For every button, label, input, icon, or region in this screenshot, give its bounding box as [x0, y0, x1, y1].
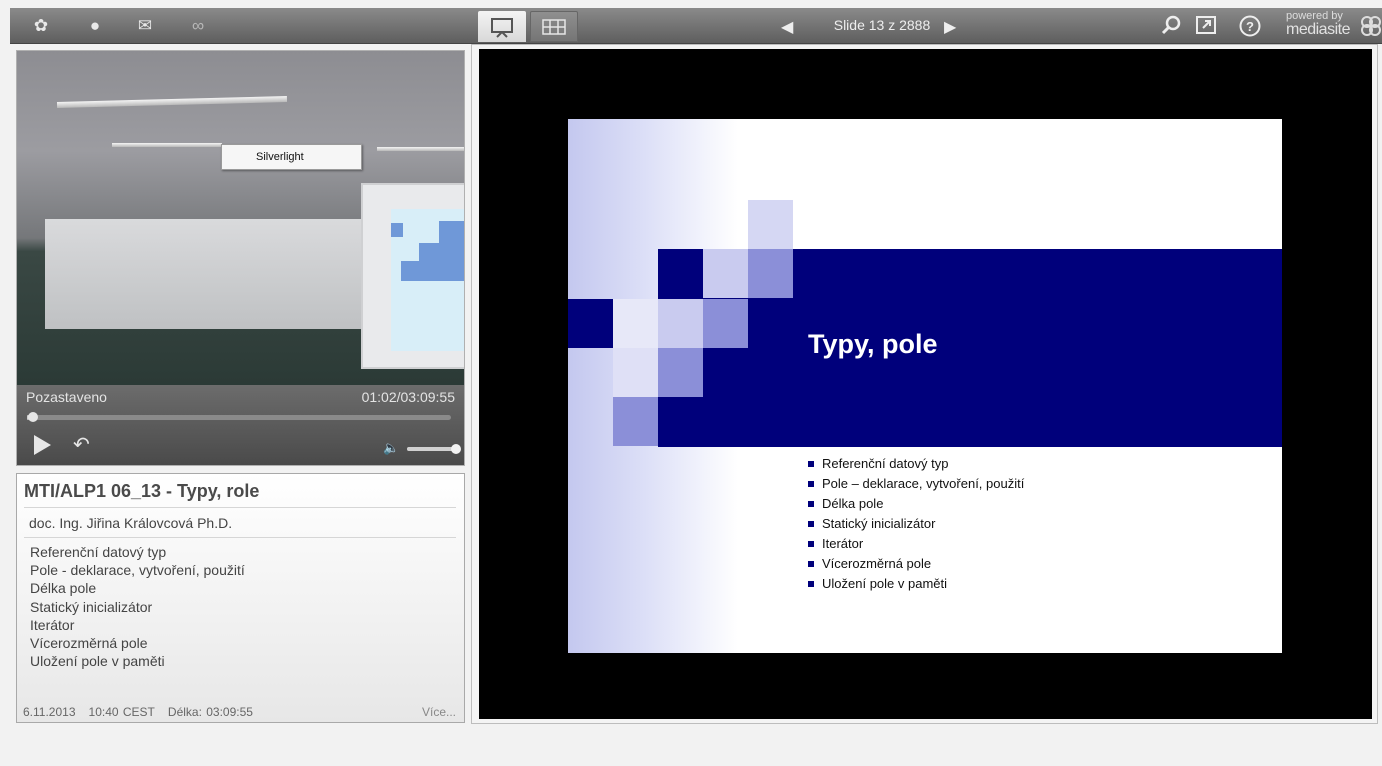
- decor-square: [613, 299, 658, 348]
- context-menu-silverlight[interactable]: Silverlight: [221, 144, 362, 170]
- divider: [24, 537, 456, 538]
- decor-square: [658, 299, 703, 348]
- presentation-title: MTI/ALP1 06_13 - Typy, role: [24, 481, 260, 501]
- slide-view-button[interactable]: [478, 11, 526, 42]
- playback-status: Pozastaveno: [26, 389, 107, 405]
- whiteboard: [45, 219, 365, 329]
- next-slide-icon[interactable]: ▶: [944, 17, 956, 37]
- presentation-time: 10:40 CEST: [88, 705, 155, 719]
- volume-handle[interactable]: [451, 444, 461, 454]
- volume-slider[interactable]: [407, 444, 461, 454]
- slide-bullet: Pole – deklarace, vytvoření, použití: [808, 474, 1024, 494]
- slide-counter: Slide 13 z 2888: [833, 17, 931, 33]
- presenter-name: doc. Ing. Jiřina Královcová Ph.D.: [29, 515, 233, 531]
- video-frame[interactable]: Silverlight: [17, 51, 464, 385]
- powered-by-logo[interactable]: powered by mediasite: [1286, 11, 1350, 38]
- video-player: Silverlight Pozastaveno 01:02/03:09:55 ↶…: [16, 50, 465, 466]
- top-toolbar: ✿ ● ✉ ∞ ◀ Slide 13 z 2888 ▶ ? powered by: [10, 8, 1382, 44]
- topic-item: Iterátor: [30, 616, 75, 633]
- slide-panel: Typy, pole Referenční datový typ Pole – d…: [471, 44, 1378, 724]
- previous-slide-icon[interactable]: ◀: [781, 17, 793, 37]
- grid-icon: [542, 19, 566, 35]
- slide-background: Typy, pole Referenční datový typ Pole – d…: [479, 49, 1372, 719]
- decor-square: [568, 299, 613, 348]
- decor-square: [748, 249, 793, 298]
- mediasite-logo-icon: [1361, 16, 1381, 36]
- share-icon[interactable]: ✿: [30, 16, 52, 36]
- progress-bar[interactable]: [27, 412, 451, 422]
- slide-bullet: Délka pole: [808, 494, 1024, 514]
- volume-fill: [407, 447, 455, 451]
- topic-item: Pole - deklarace, vytvoření, použití: [30, 562, 245, 579]
- playback-time: 01:02/03:09:55: [361, 389, 455, 405]
- grid-view-button[interactable]: [530, 11, 578, 42]
- slide-image: Typy, pole Referenční datový typ Pole – d…: [568, 119, 1282, 653]
- progress-handle[interactable]: [28, 412, 39, 422]
- decor-square: [658, 348, 703, 397]
- slide-bullet: Statický inicializátor: [808, 514, 1024, 534]
- player-controls: Pozastaveno 01:02/03:09:55 ↶ 🔈: [17, 385, 464, 465]
- attachment-icon[interactable]: ∞: [187, 16, 209, 36]
- help-icon[interactable]: ?: [1239, 15, 1261, 37]
- presentation-date: 6.11.2013: [23, 705, 76, 719]
- presentation-icon: [491, 18, 513, 38]
- topic-list: Referenční datový typ Pole - deklarace, v…: [30, 543, 245, 670]
- ceiling-light: [56, 95, 288, 109]
- topic-item: Referenční datový typ: [30, 544, 167, 560]
- decor-square: [613, 348, 658, 397]
- brand-name: mediasite: [1286, 21, 1350, 38]
- search-icon[interactable]: [1160, 14, 1182, 36]
- projected-slide: [391, 209, 464, 351]
- topic-item: Délka pole: [30, 580, 97, 597]
- topic-item: Vícerozměrná pole: [30, 635, 148, 652]
- presentation-duration: Délka: 03:09:55: [167, 705, 253, 719]
- svg-text:?: ?: [1246, 19, 1254, 34]
- chat-icon[interactable]: ●: [84, 16, 106, 36]
- presentation-meta: 6.11.2013 10:40 CEST Délka: 03:09:55: [23, 705, 253, 719]
- more-link[interactable]: Více...: [422, 705, 456, 719]
- decor-square: [703, 299, 748, 348]
- slide-bullet: Vícerozměrná pole: [808, 554, 1024, 574]
- decor-square: [613, 397, 658, 446]
- slide-title: Typy, pole: [808, 329, 938, 359]
- topic-item: Statický inicializátor: [30, 598, 153, 615]
- decor-square: [703, 249, 748, 298]
- slide-bullet: Iterátor: [808, 534, 1024, 554]
- skip-back-icon[interactable]: ↶: [73, 435, 90, 455]
- play-icon[interactable]: [34, 435, 51, 455]
- slide-bullet: Referenční datový typ: [808, 454, 1024, 474]
- ceiling-light: [112, 143, 222, 147]
- ceiling-light: [377, 147, 464, 151]
- volume-icon[interactable]: 🔈: [383, 440, 399, 456]
- presentation-info-panel: MTI/ALP1 06_13 - Typy, role doc. Ing. Ji…: [16, 473, 465, 723]
- slide-bullet-list: Referenční datový typ Pole – deklarace, v…: [808, 454, 1024, 594]
- topic-item: Uložení pole v paměti: [30, 653, 165, 670]
- projection-screen: [361, 183, 464, 369]
- decor-square: [748, 200, 793, 249]
- divider: [24, 507, 456, 508]
- slide-bullet: Uložení pole v paměti: [808, 574, 1024, 594]
- mail-icon[interactable]: ✉: [134, 16, 156, 36]
- popout-icon[interactable]: [1195, 14, 1217, 36]
